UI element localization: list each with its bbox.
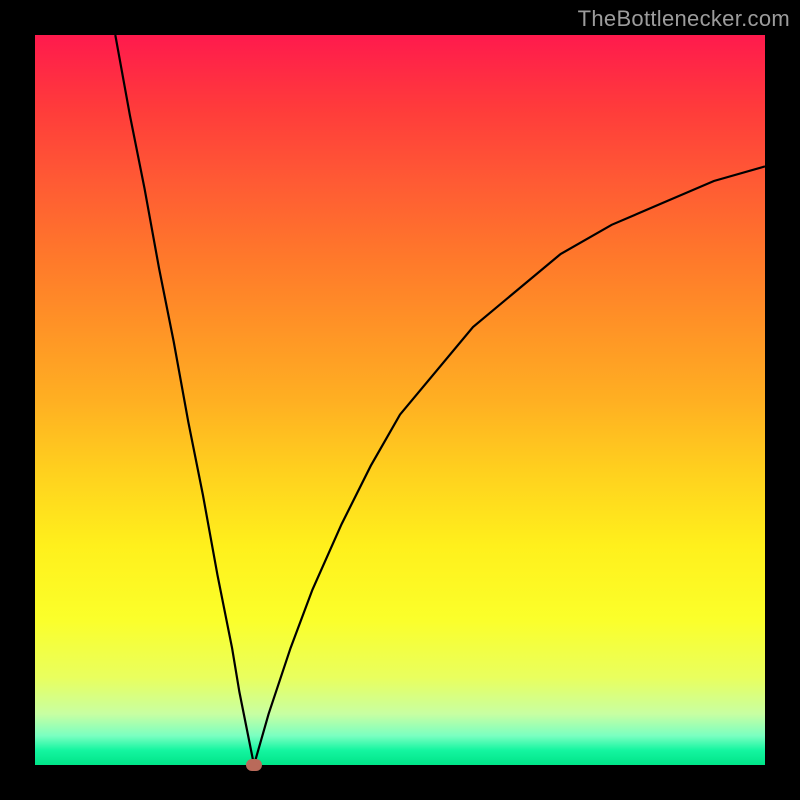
chart-stage: TheBottlenecker.com — [0, 0, 800, 800]
plot-gradient-background — [35, 35, 765, 765]
minimum-marker-icon — [246, 759, 262, 771]
watermark-text: TheBottlenecker.com — [578, 6, 790, 32]
